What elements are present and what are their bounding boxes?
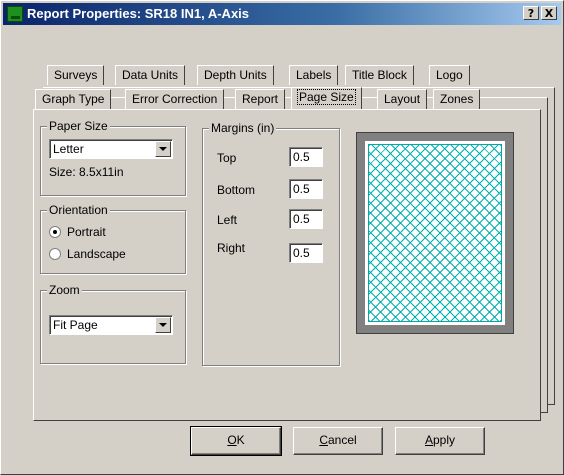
tab-label: Labels (296, 68, 332, 82)
tab-labels[interactable]: Labels (289, 65, 339, 85)
orientation-label: Orientation (47, 203, 110, 217)
title-bar[interactable]: Report Properties: SR18 IN1, A-Axis ? X (3, 3, 561, 25)
tab-label: Surveys (54, 68, 98, 82)
zoom-select[interactable]: Fit Page (49, 315, 173, 335)
radio-button-checked[interactable] (49, 226, 61, 238)
report-properties-dialog: Report Properties: SR18 IN1, A-Axis ? X … (0, 0, 564, 475)
paper-size-select[interactable]: Letter (49, 139, 173, 159)
margin-right-input[interactable]: 0.5 (289, 243, 323, 263)
paper-size-group: Paper Size Letter Size: 8.5x11in (40, 119, 186, 196)
window-title: Report Properties: SR18 IN1, A-Axis (27, 6, 250, 21)
help-button[interactable]: ? (523, 6, 539, 20)
tab-label: Data Units (122, 68, 179, 82)
paper-size-value: Letter (53, 142, 84, 156)
paper-size-label: Paper Size (47, 119, 110, 133)
chevron-down-icon[interactable] (155, 317, 171, 333)
landscape-label: Landscape (67, 247, 126, 261)
cancel-button[interactable]: Cancel (293, 427, 383, 455)
tab-label: Layout (384, 92, 421, 106)
ok-mnemonic: O (227, 433, 237, 447)
zoom-value: Fit Page (53, 318, 98, 332)
page-preview (356, 132, 514, 334)
tab-graph-type[interactable]: Graph Type (35, 89, 112, 109)
zoom-group: Zoom Fit Page (40, 283, 186, 364)
margin-top-label: Top (217, 151, 237, 165)
cancel-mnemonic: C (319, 433, 328, 447)
radio-portrait[interactable]: Portrait (49, 225, 106, 239)
app-icon (7, 6, 23, 22)
margins-group: Margins (in) Top 0.5 Bottom 0.5 Left 0.5… (202, 121, 340, 366)
orientation-group: Orientation Portrait Landscape (40, 203, 186, 274)
radio-landscape[interactable]: Landscape (49, 247, 126, 261)
tab-page-size[interactable]: Page Size (291, 87, 362, 109)
tab-label: Error Correction (132, 92, 218, 106)
preview-page (365, 141, 505, 325)
close-button[interactable]: X (541, 6, 557, 20)
portrait-label: Portrait (67, 225, 106, 239)
margins-label: Margins (in) (209, 121, 277, 135)
tab-label: Title Block (352, 68, 407, 82)
tab-zones[interactable]: Zones (433, 89, 481, 109)
tab-label: Depth Units (204, 68, 267, 82)
margin-top-input[interactable]: 0.5 (289, 147, 323, 167)
tab-error-correction[interactable]: Error Correction (125, 89, 225, 109)
tab-depth-units[interactable]: Depth Units (197, 65, 274, 85)
ok-label-rest: K (236, 433, 245, 447)
cancel-label-rest: ancel (327, 433, 357, 447)
zoom-label: Zoom (47, 283, 82, 297)
margin-bottom-label: Bottom (217, 183, 256, 197)
tab-report[interactable]: Report (235, 89, 286, 109)
tab-logo[interactable]: Logo (429, 65, 470, 85)
tab-label: Logo (436, 68, 463, 82)
preview-printable-area (368, 144, 502, 322)
apply-label-rest: pply (433, 433, 456, 447)
page-size-panel: Paper Size Letter Size: 8.5x11in Orienta… (33, 109, 541, 421)
apply-button[interactable]: Apply (395, 427, 485, 455)
tab-label: Zones (440, 92, 474, 106)
margin-right-label: Right (217, 241, 246, 255)
chevron-down-icon[interactable] (155, 141, 171, 157)
tab-label: Page Size (297, 89, 356, 105)
tab-surveys[interactable]: Surveys (47, 65, 105, 85)
tab-layout[interactable]: Layout (377, 89, 428, 109)
ok-button[interactable]: OK (190, 426, 282, 456)
margin-bottom-input[interactable]: 0.5 (289, 179, 323, 199)
margin-left-input[interactable]: 0.5 (289, 209, 323, 229)
tab-label: Report (242, 92, 279, 106)
margin-left-label: Left (217, 213, 238, 227)
tab-data-units[interactable]: Data Units (115, 65, 186, 85)
radio-button[interactable] (49, 248, 61, 260)
tab-title-block[interactable]: Title Block (345, 65, 414, 85)
tab-label: Graph Type (42, 92, 105, 106)
paper-size-dimensions: Size: 8.5x11in (49, 165, 124, 179)
apply-mnemonic: A (424, 433, 433, 447)
